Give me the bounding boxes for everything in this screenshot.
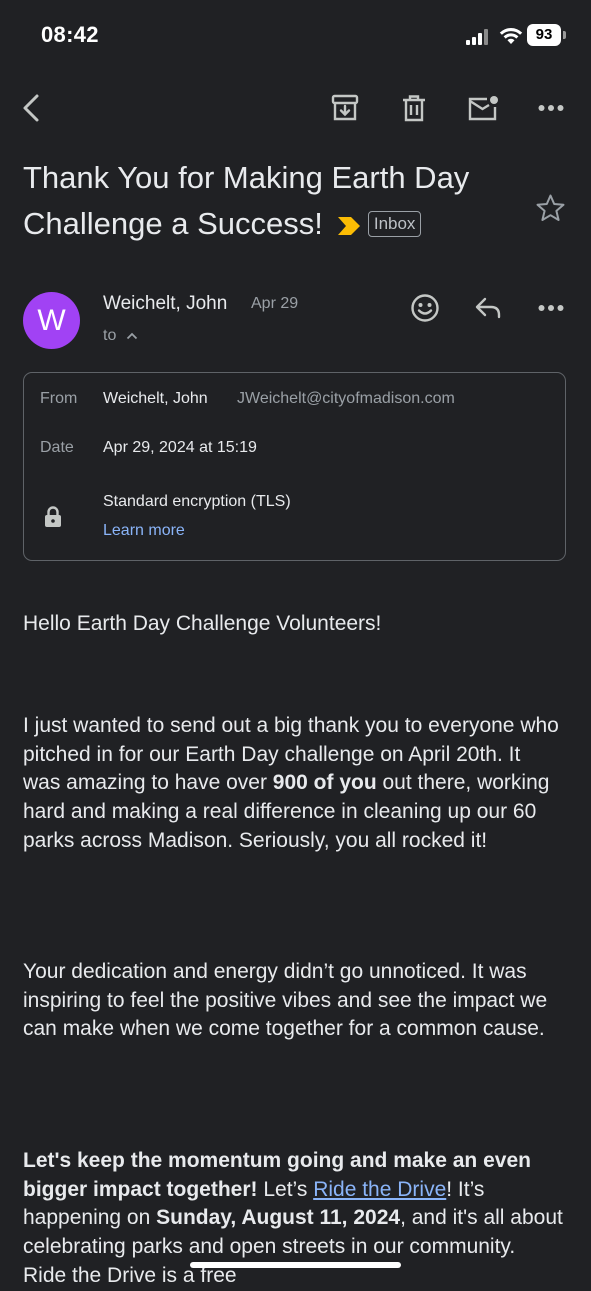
star-icon[interactable] <box>535 193 566 224</box>
chevron-up-icon <box>127 332 138 340</box>
encryption-status: Standard encryption (TLS) <box>103 493 291 510</box>
sender-date: Apr 29 <box>251 295 299 312</box>
body-paragraph-1: I just wanted to send out a big thank yo… <box>23 712 563 856</box>
mark-unread-button[interactable] <box>465 90 501 126</box>
mail-unread-icon <box>468 96 498 121</box>
message-details-box: From Weichelt, John JWeichelt@cityofmadi… <box>23 372 566 561</box>
status-time: 08:42 <box>41 22 99 47</box>
importance-marker-icon[interactable] <box>337 215 362 237</box>
from-email[interactable]: JWeichelt@cityofmadison.com <box>237 390 455 408</box>
sender-name: Weichelt, John <box>103 293 228 314</box>
more-options-button[interactable] <box>533 90 569 126</box>
emoji-icon <box>411 294 439 322</box>
ride-the-drive-link[interactable]: Ride the Drive <box>313 1178 446 1201</box>
home-indicator[interactable] <box>190 1262 401 1268</box>
to-label: to <box>103 327 117 344</box>
from-name: Weichelt, John <box>103 390 208 407</box>
more-horizontal-icon <box>538 305 564 311</box>
email-subject: Thank You for Making Earth Day Challenge… <box>23 155 523 247</box>
archive-button[interactable] <box>327 90 363 126</box>
reply-button[interactable] <box>470 290 506 326</box>
from-label: From <box>40 390 78 407</box>
add-reaction-button[interactable] <box>407 290 443 326</box>
date-value: Apr 29, 2024 at 15:19 <box>103 439 257 456</box>
date-label: Date <box>40 439 74 456</box>
inbox-label-chip[interactable]: Inbox <box>367 210 422 237</box>
recipients-toggle[interactable]: to <box>103 327 138 345</box>
p3-event-date: Sunday, August 11, 2024 <box>156 1206 401 1230</box>
p3-text-a: Let’s <box>257 1177 314 1201</box>
wifi-icon <box>499 28 523 44</box>
cellular-signal-icon <box>466 29 492 45</box>
delete-button[interactable] <box>396 90 432 126</box>
back-button[interactable] <box>14 90 50 126</box>
body-paragraph-2: Your dedication and energy didn’t go unn… <box>23 960 548 1041</box>
lock-icon <box>45 506 61 527</box>
email-toolbar <box>0 80 591 136</box>
message-more-button[interactable] <box>533 290 569 326</box>
status-bar: 08:42 93 <box>0 0 591 70</box>
trash-icon <box>403 95 425 122</box>
greeting-paragraph: Hello Earth Day Challenge Volunteers! <box>23 612 382 635</box>
p1-volunteer-count: 900 of you <box>272 771 377 795</box>
battery-indicator: 93 <box>527 24 566 46</box>
body-paragraph-3: Let's keep the momentum going and make a… <box>23 1147 563 1291</box>
chevron-left-icon <box>23 94 39 122</box>
more-horizontal-icon <box>538 105 564 111</box>
reply-icon <box>475 297 501 319</box>
archive-icon <box>331 94 359 121</box>
avatar[interactable]: W <box>23 292 80 349</box>
learn-more-link[interactable]: Learn more <box>103 522 185 540</box>
